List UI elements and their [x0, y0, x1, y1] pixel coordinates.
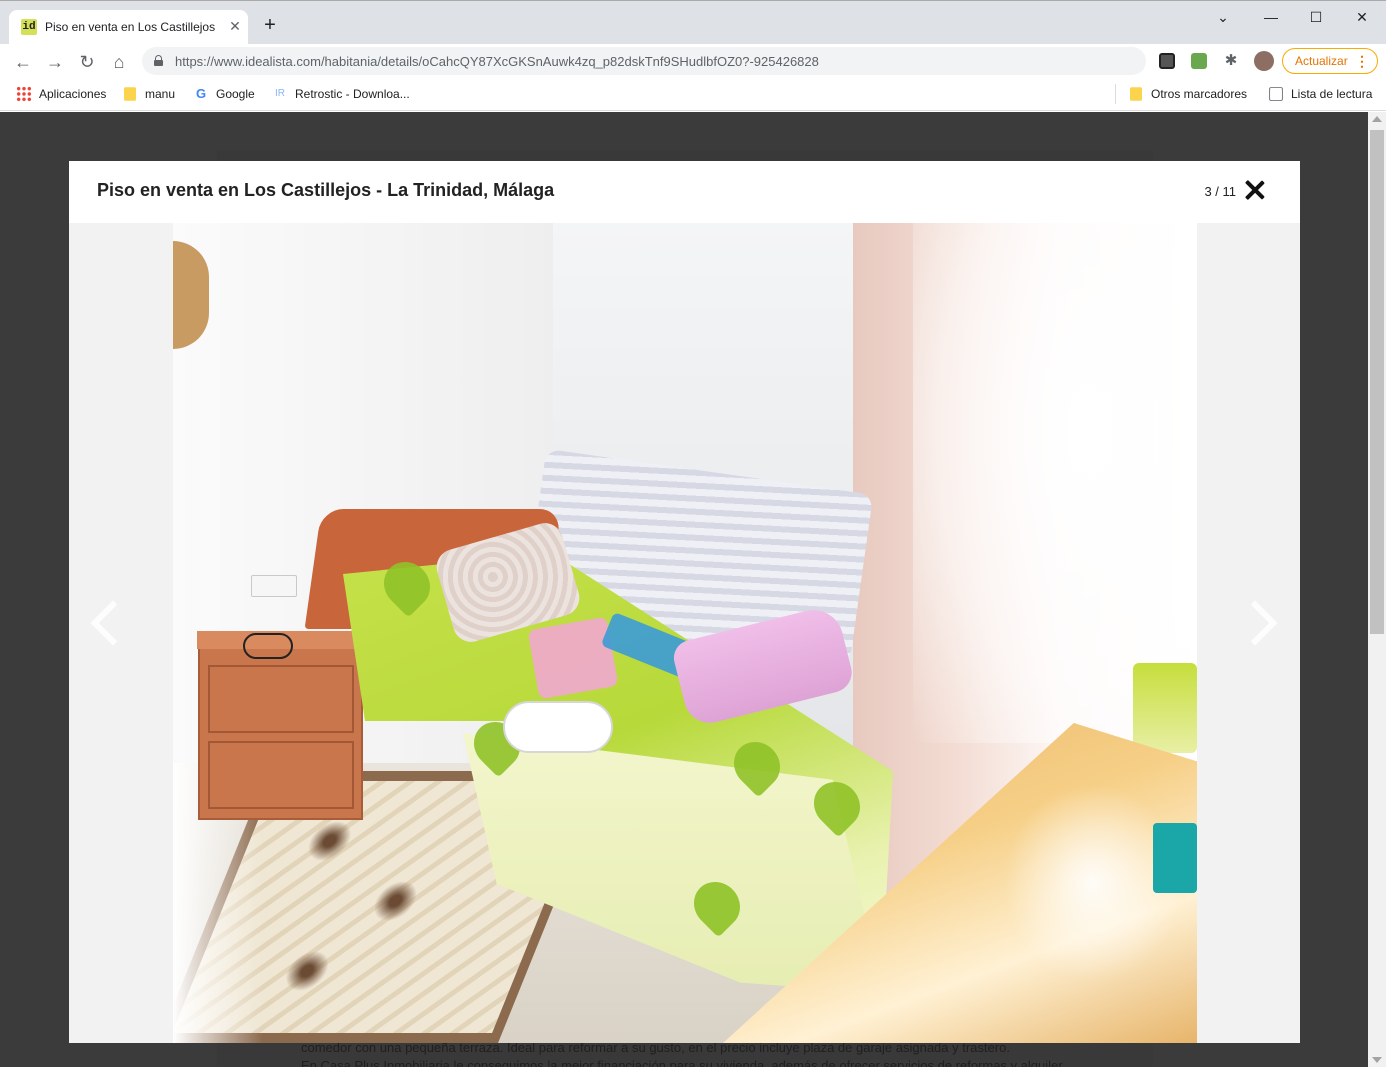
close-icon[interactable]: [1242, 177, 1268, 203]
idealista-favicon-icon: id: [21, 19, 37, 35]
back-arrow-icon[interactable]: ←: [11, 50, 35, 74]
url-text[interactable]: https://www.idealista.com/habitania/deta…: [175, 54, 819, 69]
photo-outlet: [251, 575, 297, 597]
bookmark-otros-marcadores[interactable]: Otros marcadores: [1128, 86, 1247, 102]
maximize-button[interactable]: ☐: [1293, 7, 1339, 27]
profile-avatar[interactable]: [1254, 51, 1274, 71]
new-tab-button[interactable]: +: [260, 15, 280, 35]
photo-nightstand: [197, 631, 365, 820]
google-icon: G: [195, 86, 207, 101]
folder-icon: [1130, 87, 1142, 101]
browser-toolbar: ← → ↻ ⌂ https://www.idealista.com/habita…: [0, 44, 1386, 79]
bookmark-label: Lista de lectura: [1291, 87, 1373, 101]
home-icon[interactable]: ⌂: [107, 50, 131, 74]
scroll-up-arrow-icon[interactable]: [1372, 116, 1382, 122]
page-overlay[interactable]: comedor con una pequeña terraza. Ideal p…: [0, 112, 1368, 1067]
photo-charger: [243, 633, 293, 659]
extension-icon[interactable]: [1159, 53, 1175, 69]
tab-title: Piso en venta en Los Castillejos - La Tr…: [45, 20, 215, 34]
reading-list-icon: [1269, 87, 1283, 101]
page-scrollbar[interactable]: [1368, 112, 1386, 1067]
address-bar[interactable]: https://www.idealista.com/habitania/deta…: [142, 47, 1146, 75]
next-photo-chevron-icon[interactable]: [1239, 593, 1279, 653]
lock-icon[interactable]: [154, 55, 163, 66]
tab-strip: id Piso en venta en Los Castillejos - La…: [0, 0, 1386, 45]
folder-icon: [124, 87, 136, 101]
tab-search-button[interactable]: ⌄: [1200, 7, 1246, 27]
browser-window: id Piso en venta en Los Castillejos - La…: [0, 0, 1386, 1067]
bookmark-lista-de-lectura[interactable]: Lista de lectura: [1268, 86, 1372, 102]
scroll-down-arrow-icon[interactable]: [1372, 1057, 1382, 1063]
photo-blanket-figure: [527, 616, 619, 700]
menu-kebab-icon: ⋮: [1355, 53, 1369, 69]
reload-icon[interactable]: ↻: [75, 50, 99, 74]
bookmark-label: Google: [216, 87, 255, 101]
bookmark-google[interactable]: G Google: [193, 86, 255, 102]
photo-blanket-sheep: [503, 701, 613, 753]
extensions-puzzle-icon[interactable]: ✱: [1223, 53, 1239, 69]
bookmark-label: Otros marcadores: [1151, 87, 1248, 101]
update-button-label: Actualizar: [1295, 54, 1348, 68]
apps-grid-icon: [16, 86, 32, 102]
photo-counter: 3 / 11: [1204, 184, 1236, 199]
gallery-photo[interactable]: [173, 223, 1197, 1043]
tab-close-icon[interactable]: ✕: [227, 18, 243, 34]
retrostic-icon: IR: [275, 88, 285, 99]
description-line: En Casa Plus Inmobiliaria le conseguimos…: [301, 1058, 1066, 1067]
extension-screenshot-icon[interactable]: [1191, 53, 1207, 69]
bookmark-label: manu: [145, 87, 176, 101]
minimize-button[interactable]: —: [1248, 7, 1294, 27]
bookmark-manu[interactable]: manu: [122, 86, 175, 102]
bookmark-label: Retrostic - Downloa...: [295, 87, 410, 101]
scrollbar-thumb[interactable]: [1370, 130, 1384, 634]
modal-title: Piso en venta en Los Castillejos - La Tr…: [97, 180, 555, 200]
update-button[interactable]: Actualizar ⋮: [1282, 48, 1378, 74]
photo-gallery-modal: Piso en venta en Los Castillejos - La Tr…: [69, 161, 1300, 1043]
browser-tab[interactable]: id Piso en venta en Los Castillejos - La…: [9, 10, 248, 45]
photo-teal-bag: [1153, 823, 1197, 893]
bookmarks-bar: Aplicaciones manu G Google IR Retrostic …: [0, 79, 1386, 111]
close-window-button[interactable]: ✕: [1339, 7, 1385, 27]
bookmark-retrostic[interactable]: IR Retrostic - Downloa...: [272, 86, 410, 102]
bookmark-label: Aplicaciones: [39, 87, 107, 101]
bookmark-aplicaciones[interactable]: Aplicaciones: [16, 86, 106, 102]
forward-arrow-icon[interactable]: →: [43, 50, 67, 74]
previous-photo-chevron-icon[interactable]: [89, 593, 129, 653]
modal-header: Piso en venta en Los Castillejos - La Tr…: [69, 161, 1300, 223]
bookmarks-separator: [1115, 84, 1116, 104]
photo-green-item: [1133, 663, 1197, 753]
